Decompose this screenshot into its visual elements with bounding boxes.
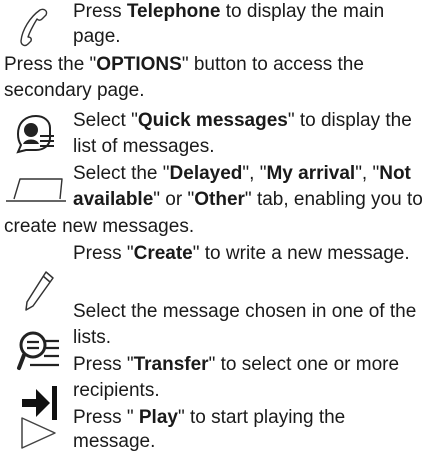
bold-term: Not: [379, 163, 411, 184]
bold-term: Play: [138, 407, 178, 428]
bold-term: My arrival: [266, 163, 356, 184]
step4-line2: available" or "Other" tab, enabling you …: [73, 189, 423, 210]
instruction-page: Press Telephone to display the main page…: [0, 0, 443, 452]
pencil-create-icon: [25, 271, 54, 311]
step2-line1: Press the "OPTIONS" button to access the: [4, 54, 364, 75]
step6-line2: lists.: [73, 327, 111, 348]
bold-term: available: [73, 189, 154, 210]
bold-term: Transfer: [133, 354, 209, 375]
telephone-handset-icon: [20, 8, 48, 47]
step1-line1: Press Telephone to display the main: [73, 1, 385, 22]
bold-term: Delayed: [169, 163, 243, 184]
bold-term: Telephone: [126, 1, 221, 22]
bold-term: OPTIONS: [96, 54, 182, 75]
step3-line1: Select "Quick messages" to display the: [73, 110, 412, 131]
step7-line2: recipients.: [73, 380, 160, 401]
step4-line1: Select the "Delayed", "My arrival", "Not: [73, 163, 411, 184]
step7-line1: Press "Transfer" to select one or more: [73, 354, 400, 375]
play-triangle-icon: [21, 417, 56, 449]
step3-line2: list of messages.: [73, 136, 215, 157]
step1-line2: page.: [73, 26, 121, 47]
step2-line2: secondary page.: [4, 80, 145, 101]
bold-term: Quick messages: [137, 110, 288, 131]
bold-term: Other: [194, 189, 245, 210]
step6-line1: Select the message chosen in one of the: [73, 301, 417, 322]
step4-line3: create new messages.: [4, 216, 195, 237]
select-message-search-icon: [17, 331, 59, 370]
step8-line1: Press " Play" to start playing the: [73, 407, 346, 428]
step5-line1: Press "Create" to write a new message.: [73, 243, 410, 264]
quick-messages-icon: [16, 114, 54, 154]
bold-term: Create: [133, 243, 193, 264]
message-tab-icon: [6, 178, 66, 202]
step8-line2: message.: [73, 431, 156, 452]
